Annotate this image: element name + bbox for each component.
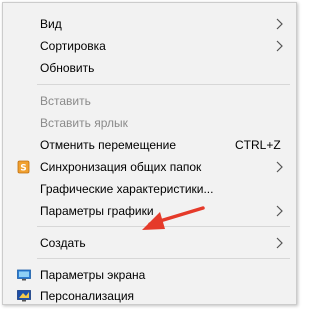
menu-item-label: Графические характеристики... bbox=[40, 182, 214, 196]
menu-separator bbox=[37, 258, 290, 259]
menu-item-label: Вставить bbox=[40, 94, 91, 108]
chevron-right-icon bbox=[276, 237, 283, 249]
display-settings-icon bbox=[17, 269, 31, 281]
menu-item-label: Параметры графики bbox=[40, 204, 154, 218]
chevron-right-icon bbox=[276, 161, 283, 173]
chevron-right-icon bbox=[276, 18, 283, 30]
menu-item-label: Персонализация bbox=[40, 289, 135, 303]
svg-text:S: S bbox=[20, 164, 26, 174]
menu-item-sort[interactable]: Сортировка bbox=[3, 35, 296, 57]
chevron-right-icon bbox=[276, 205, 283, 217]
menu-item-display-settings[interactable]: Параметры экрана bbox=[3, 264, 296, 286]
menu-item-label: Создать bbox=[40, 236, 86, 250]
menu-item-shortcut: CTRL+Z bbox=[235, 138, 281, 152]
menu-item-refresh[interactable]: Обновить bbox=[3, 57, 296, 79]
menu-item-label: Обновить bbox=[40, 61, 95, 75]
menu-item-graphics-options[interactable]: Параметры графики bbox=[3, 200, 296, 222]
chevron-right-icon bbox=[276, 40, 283, 52]
menu-item-graphics-properties[interactable]: Графические характеристики... bbox=[3, 178, 296, 200]
menu-item-label: Синхронизация общих папок bbox=[40, 160, 202, 174]
menu-item-paste: Вставить bbox=[3, 90, 296, 112]
menu-separator bbox=[37, 226, 290, 227]
menu-item-label: Отменить перемещение bbox=[40, 138, 177, 152]
menu-item-sync-folders[interactable]: S Синхронизация общих папок bbox=[3, 156, 296, 178]
menu-item-new[interactable]: Создать bbox=[3, 232, 296, 254]
menu-item-label: Вид bbox=[40, 17, 62, 31]
menu-item-view[interactable]: Вид bbox=[3, 13, 296, 35]
menu-item-label: Сортировка bbox=[40, 39, 106, 53]
menu-item-label: Вставить ярлык bbox=[40, 116, 128, 130]
menu-item-paste-shortcut: Вставить ярлык bbox=[3, 112, 296, 134]
context-menu: Вид Сортировка Обновить Вставить Вставит… bbox=[2, 2, 297, 305]
sync-folders-icon: S bbox=[17, 160, 30, 174]
menu-item-label: Параметры экрана bbox=[40, 268, 146, 282]
menu-item-personalization[interactable]: Персонализация bbox=[3, 285, 296, 307]
personalization-icon bbox=[17, 290, 31, 302]
menu-separator bbox=[37, 84, 290, 85]
menu-item-undo-move[interactable]: Отменить перемещение CTRL+Z bbox=[3, 134, 296, 156]
